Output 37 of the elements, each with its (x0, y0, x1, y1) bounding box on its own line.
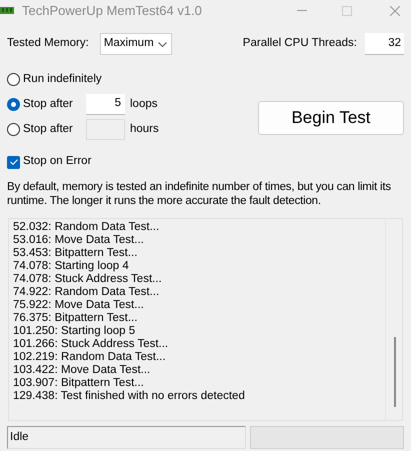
unit-label: hours (130, 122, 159, 137)
scrollbar-thumb[interactable] (394, 337, 396, 407)
field-label: Tested Memory: (7, 36, 89, 52)
radio-button[interactable] (7, 98, 20, 111)
radio-label[interactable]: Stop after (23, 96, 81, 114)
radio-button[interactable] (7, 73, 20, 86)
log-line: 53.453: Bitpattern Test... (13, 247, 138, 260)
begin-test-button[interactable]: Begin Test (258, 101, 404, 135)
radio-label[interactable]: Run indefinitely (23, 70, 102, 88)
checkbox[interactable] (7, 156, 20, 168)
log-line: 102.219: Random Data Test... (13, 351, 167, 364)
memory-dropdown[interactable]: Maximum (100, 33, 172, 55)
status-text: Idle (10, 430, 29, 445)
log-line: 74.078: Stuck Address Test... (13, 273, 163, 286)
unit-label: loops (130, 96, 158, 112)
number-input[interactable]: 5 (86, 94, 125, 115)
log-line: 101.250: Starting loop 5 (13, 325, 136, 338)
log-line: 74.078: Starting loop 4 (13, 260, 130, 273)
description-text: By default, memory is tested an indefinite number of times, but you can limit its runtime. The longer it runs the more accurate the fault detection. (6, 180, 392, 208)
window-title: TechPowerUp MemTest64 v1.0 (22, 2, 202, 20)
checkbox-label[interactable]: Stop on Error (23, 153, 92, 171)
log-line: 76.375: Bitpattern Test... (13, 312, 138, 325)
threads-input[interactable]: 32 (365, 33, 404, 55)
field-label: Parallel CPU Threads: (242, 36, 357, 52)
close-icon[interactable] (390, 6, 400, 16)
log-line: 103.907: Bitpattern Test... (13, 377, 145, 390)
memory-module-icon (0, 6, 14, 16)
log-line: 129.438: Test finished with no errors detected (13, 390, 246, 403)
minimize-icon[interactable] (297, 10, 307, 12)
log-line: 75.922: Move Data Test... (13, 299, 145, 312)
checkmark-icon (10, 159, 18, 165)
log-line: 103.422: Move Data Test... (13, 364, 152, 377)
chevron-down-icon (158, 42, 167, 46)
log-line: 74.922: Random Data Test... (13, 286, 160, 299)
log-line: 52.032: Random Data Test... (13, 221, 160, 234)
log-line: 53.016: Move Data Test... (13, 234, 145, 247)
log-line: 101.266: Stuck Address Test... (13, 338, 170, 351)
